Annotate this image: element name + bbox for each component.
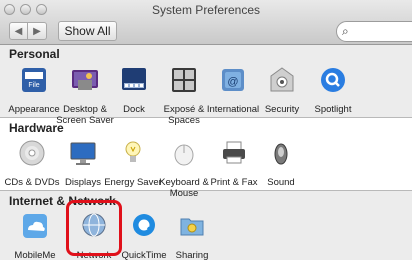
- security-icon: [270, 67, 294, 92]
- mobileme-icon: [23, 214, 47, 238]
- search-field[interactable]: ⌕: [336, 21, 412, 42]
- pref-sound[interactable]: Sound: [251, 137, 311, 193]
- energy-icon: [125, 141, 141, 162]
- pref-mobileme[interactable]: MobileMe: [5, 210, 65, 260]
- expose-icon: [172, 68, 196, 92]
- quicktime-icon: [133, 214, 155, 236]
- appearance-icon: File: [22, 68, 46, 92]
- show-all-button[interactable]: Show All: [58, 21, 117, 41]
- svg-text:@: @: [227, 76, 238, 88]
- dock-icon: [122, 68, 146, 90]
- pref-label: Spotlight: [314, 104, 352, 115]
- back-button[interactable]: ◀: [9, 22, 28, 40]
- sharing-icon: [180, 218, 204, 236]
- network-highlight-outline: [66, 200, 122, 256]
- magnifier-icon: ⌕: [342, 24, 349, 38]
- printer-icon: [223, 141, 245, 164]
- cd-icon: [19, 140, 45, 166]
- speaker-icon: [274, 143, 288, 165]
- section-label-personal: Personal: [9, 47, 60, 61]
- spotlight-icon: [321, 68, 345, 92]
- display-icon: [70, 142, 96, 165]
- pref-label: Sharing: [175, 250, 209, 260]
- pref-spotlight[interactable]: Spotlight: [303, 64, 363, 120]
- system-preferences-window: System Preferences ◀ ▶ Show All ⌕ Person…: [0, 0, 412, 260]
- keyboard-icon: [174, 144, 194, 166]
- forward-button[interactable]: ▶: [28, 22, 47, 40]
- desktop-icon: [72, 70, 98, 90]
- pref-sharing[interactable]: Sharing: [162, 210, 222, 260]
- pref-label: Sound: [267, 177, 295, 188]
- title-bar: System Preferences ◀ ▶ Show All ⌕: [0, 0, 412, 45]
- svg-text:File: File: [28, 82, 39, 89]
- window-title: System Preferences: [151, 3, 261, 17]
- international-icon: @: [222, 69, 244, 91]
